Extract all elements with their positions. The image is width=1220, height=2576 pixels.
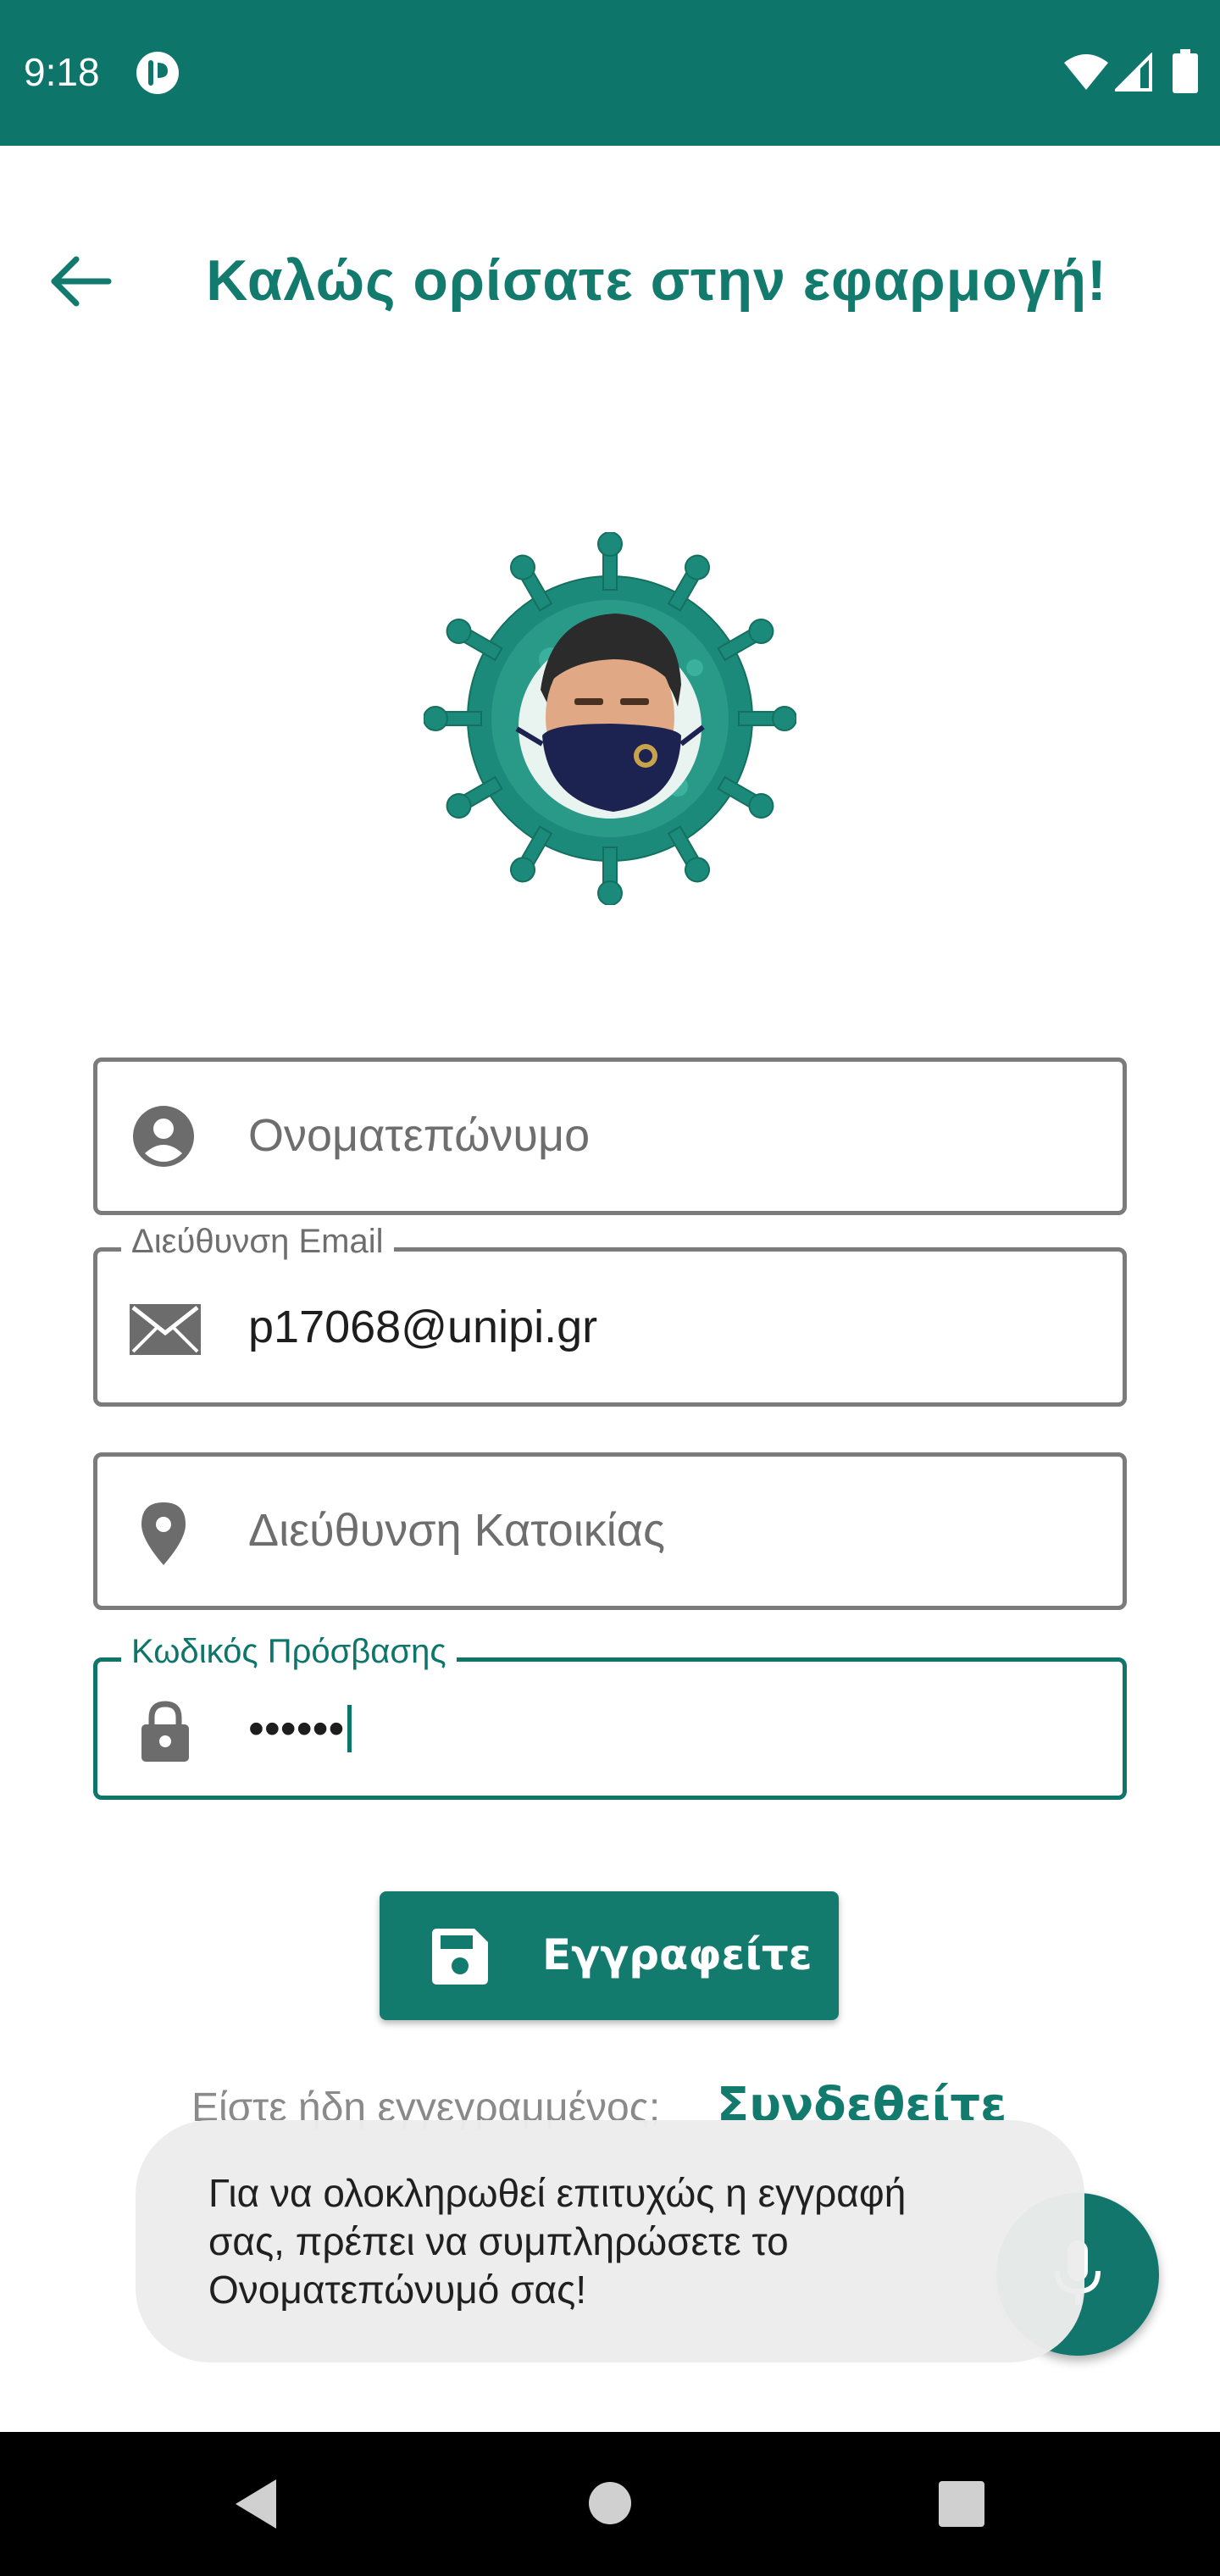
- password-field[interactable]: Κωδικός Πρόσβασης ••••••: [93, 1633, 1127, 1800]
- toast-line: Για να ολοκληρωθεί επιτυχώς η εγγραφή: [208, 2171, 907, 2215]
- password-label: Κωδικός Πρόσβασης: [121, 1633, 457, 1671]
- password-value[interactable]: ••••••: [248, 1702, 352, 1755]
- nav-recents-icon[interactable]: [939, 2481, 984, 2527]
- status-bar: 9:18: [0, 0, 1220, 146]
- account-circle-icon: [133, 1106, 194, 1167]
- battery-icon: [1173, 49, 1198, 93]
- register-button-label: Εγγραφείτε: [542, 1930, 812, 1979]
- email-label: Διεύθυνση Email: [121, 1223, 394, 1261]
- arrow-left-icon[interactable]: [47, 251, 115, 312]
- app-logo: [424, 532, 796, 905]
- toast-line: Ονοματεπώνυμό σας!: [208, 2268, 587, 2312]
- register-button[interactable]: Εγγραφείτε: [380, 1891, 839, 2020]
- register-screen: 9:18 Καλώς ορίσατε στην εφαρμογή! Ονοματ…: [0, 0, 1220, 2576]
- nav-home-icon[interactable]: [588, 2481, 632, 2525]
- email-field[interactable]: Διεύθυνση Email p17068@unipi.gr: [93, 1223, 1127, 1407]
- toast-text: Για να ολοκληρωθεί επιτυχώς η εγγραφή σα…: [208, 2169, 1022, 2314]
- location-pin-icon: [141, 1502, 186, 1565]
- mail-icon: [130, 1304, 201, 1355]
- page-title: Καλώς ορίσατε στην εφαρμογή!: [206, 248, 1107, 313]
- navigation-bar: [0, 2432, 1220, 2576]
- full-name-field[interactable]: Ονοματεπώνυμο: [93, 1058, 1127, 1215]
- address-placeholder: Διεύθυνση Κατοικίας: [248, 1505, 666, 1556]
- toast-line: σας, πρέπει να συμπληρώσετε το: [208, 2219, 789, 2263]
- wifi-icon: [1064, 54, 1108, 90]
- app-notification-icon: [136, 52, 179, 94]
- password-dots: ••••••: [248, 1703, 345, 1754]
- full-name-placeholder: Ονοματεπώνυμο: [248, 1110, 591, 1161]
- nav-back-icon[interactable]: [232, 2478, 280, 2530]
- save-icon: [432, 1929, 488, 1985]
- status-time: 9:18: [24, 50, 100, 94]
- address-field[interactable]: Διεύθυνση Κατοικίας: [93, 1452, 1127, 1610]
- lock-icon: [141, 1701, 189, 1762]
- email-value: p17068@unipi.gr: [248, 1302, 598, 1352]
- text-caret: [347, 1705, 352, 1752]
- signal-icon: [1115, 53, 1152, 92]
- toast-message: Για να ολοκληρωθεί επιτυχώς η εγγραφή σα…: [136, 2120, 1084, 2362]
